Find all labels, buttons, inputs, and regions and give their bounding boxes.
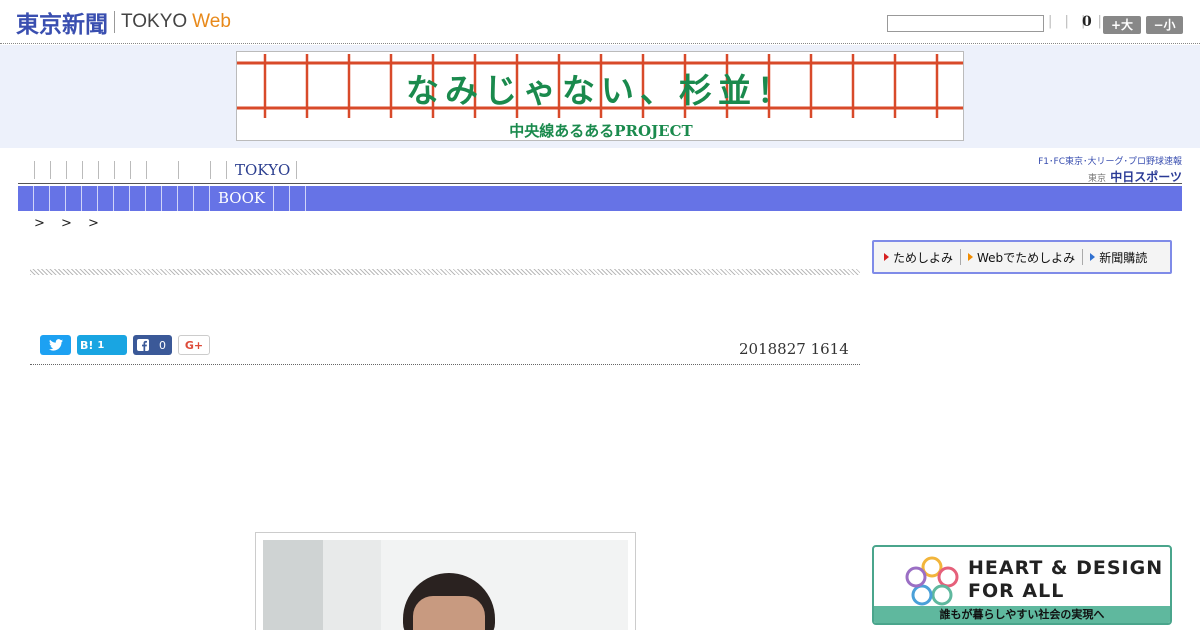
font-size-down-button[interactable]: −小 xyxy=(1146,16,1183,34)
site-logo[interactable]: 東京新聞 TOKYO Web xyxy=(16,8,231,38)
trial-reading-label: ためしよみ xyxy=(893,250,954,265)
logo-divider xyxy=(114,11,115,33)
header-utility-links[interactable]: | | | | xyxy=(1048,14,1106,29)
article-date: 2018827 1614 xyxy=(739,340,849,358)
nav-item[interactable] xyxy=(146,161,178,179)
subscription-links: ためしよみ Webでためしよみ 新聞購読 xyxy=(872,240,1172,274)
divider xyxy=(960,249,962,265)
nav-item-tokyo[interactable]: TOKYO xyxy=(226,161,298,179)
section-nav-item[interactable] xyxy=(98,186,114,211)
headline-rule xyxy=(30,269,860,275)
article-divider xyxy=(30,364,860,365)
logo-japanese: 東京新聞 xyxy=(16,12,108,38)
hatena-label: B! xyxy=(80,338,94,352)
section-nav-item[interactable] xyxy=(130,186,146,211)
main-nav-links: TOKYO xyxy=(34,160,298,180)
section-nav-item[interactable] xyxy=(178,186,194,211)
twitter-icon xyxy=(48,339,63,351)
section-nav-item[interactable] xyxy=(290,186,307,211)
heart-design-ad[interactable]: HEART & DESIGN FOR ALL 誰もが暮らしやすい社会の実現へ xyxy=(872,545,1172,625)
facebook-share-button[interactable]: 0 xyxy=(133,335,172,355)
subscribe-link[interactable]: 新聞購読 xyxy=(1090,249,1147,266)
section-nav-book[interactable]: BOOK xyxy=(210,186,275,211)
section-nav-item[interactable] xyxy=(162,186,178,211)
subscribe-label: 新聞購読 xyxy=(1099,250,1148,265)
nav-item[interactable] xyxy=(130,161,146,179)
ad-headline-2: FOR ALL xyxy=(968,580,1065,602)
section-nav: BOOK xyxy=(18,186,1182,211)
nav-item[interactable] xyxy=(98,161,114,179)
ad-tagline: 誰もが暮らしやすい社会の実現へ xyxy=(874,606,1170,623)
section-nav-item[interactable] xyxy=(34,186,50,211)
hatena-count: 1 xyxy=(97,339,105,351)
nav-item[interactable] xyxy=(178,161,210,179)
section-nav-item[interactable] xyxy=(194,186,210,211)
banner-title: なみじゃない、杉並！ xyxy=(406,71,796,110)
section-nav-item[interactable] xyxy=(82,186,98,211)
hatena-bookmark-button[interactable]: B! 1 xyxy=(77,335,127,355)
nav-item[interactable] xyxy=(34,161,50,179)
web-trial-link[interactable]: Webでためしよみ xyxy=(968,249,1075,266)
trial-reading-link[interactable]: ためしよみ xyxy=(884,249,953,266)
twitter-share-button[interactable] xyxy=(40,335,71,355)
photo-background-left xyxy=(263,540,323,630)
breadcrumb[interactable]: > > > xyxy=(34,216,105,231)
banner-subtitle: 中央線あるあるPROJECT xyxy=(509,122,693,140)
nav-item[interactable] xyxy=(66,161,82,179)
section-nav-item[interactable] xyxy=(114,186,130,211)
facebook-count: 0 xyxy=(159,338,166,352)
article-photo[interactable] xyxy=(263,540,628,630)
share-buttons: B! 1 0 G+ xyxy=(40,335,216,355)
section-nav-item[interactable] xyxy=(66,186,82,211)
main-nav: TOKYO F1･FC東京･大リーグ･プロ野球速報 東京 中日スポーツ xyxy=(18,157,1182,184)
logo-tokyo: TOKYO xyxy=(121,11,188,32)
nav-item[interactable] xyxy=(50,161,66,179)
header-count: 0 xyxy=(1082,14,1092,30)
partner-logo-name: 中日スポーツ xyxy=(1110,170,1182,184)
site-header: 東京新聞 TOKYO Web | | | | 0 +大 −小 xyxy=(0,0,1200,44)
triangle-bullet-icon xyxy=(884,253,889,261)
flower-logo-icon xyxy=(905,556,959,606)
section-nav-item[interactable] xyxy=(146,186,162,211)
partner-logo-prefix: 東京 xyxy=(1088,174,1107,184)
partner-logo: 東京 中日スポーツ xyxy=(1038,168,1182,185)
logo-web: Web xyxy=(192,11,231,32)
search-input[interactable] xyxy=(887,15,1044,32)
chunichi-sports-link[interactable]: F1･FC東京･大リーグ･プロ野球速報 東京 中日スポーツ xyxy=(1038,154,1182,185)
ad-headline-1: HEART & DESIGN xyxy=(968,557,1164,579)
triangle-bullet-icon xyxy=(1090,253,1096,261)
ad-banner[interactable]: なみじゃない、杉並！ 中央線あるあるPROJECT xyxy=(236,51,964,141)
google-plus-share-button[interactable]: G+ xyxy=(178,335,210,355)
font-size-up-button[interactable]: +大 xyxy=(1103,16,1141,34)
facebook-icon xyxy=(137,339,149,351)
nav-item[interactable] xyxy=(210,161,226,179)
photo-subject-face xyxy=(413,596,485,630)
partner-tagline: F1･FC東京･大リーグ･プロ野球速報 xyxy=(1038,157,1182,167)
divider xyxy=(1082,249,1084,265)
triangle-bullet-icon xyxy=(968,253,974,261)
section-nav-item[interactable] xyxy=(18,186,34,211)
nav-item[interactable] xyxy=(82,161,98,179)
nav-item[interactable] xyxy=(114,161,130,179)
section-nav-item[interactable] xyxy=(274,186,291,211)
section-nav-item[interactable] xyxy=(50,186,66,211)
web-trial-label: Webでためしよみ xyxy=(977,250,1076,265)
